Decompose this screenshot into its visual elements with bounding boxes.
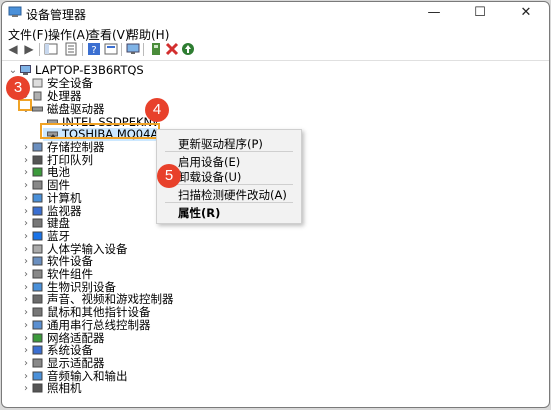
category-icon	[32, 218, 43, 228]
category-icon	[32, 333, 43, 342]
chevron-right-icon[interactable]: ›	[21, 154, 31, 167]
chevron-right-icon[interactable]: ›	[21, 179, 31, 192]
minimize-button[interactable]: —	[411, 2, 457, 24]
disk-drive-icon	[32, 106, 43, 112]
category-icon	[32, 307, 43, 317]
menu-item-uninstall-device[interactable]: 卸载设备(U)	[178, 169, 241, 185]
security-device-icon	[32, 78, 43, 88]
category-icon	[32, 371, 43, 381]
chevron-right-icon[interactable]: ›	[21, 217, 31, 230]
category-icon	[32, 142, 43, 152]
device-highlight-box	[40, 123, 160, 139]
category-icon	[32, 282, 43, 292]
category-icon	[32, 155, 43, 165]
chevron-right-icon[interactable]: ›	[21, 344, 31, 357]
chevron-right-icon[interactable]: ›	[21, 243, 31, 256]
chevron-right-icon[interactable]: ›	[21, 319, 31, 332]
menu-item-update-driver[interactable]: 更新驱动程序(P)	[178, 136, 263, 152]
chevron-right-icon[interactable]: ›	[21, 370, 31, 383]
toolbar-divider	[143, 43, 144, 56]
tree-item-label: 蓝牙	[47, 228, 70, 243]
forward-icon[interactable]: ▶	[22, 42, 36, 56]
chevron-right-icon[interactable]: ›	[21, 268, 31, 281]
menu-divider	[165, 184, 293, 185]
uninstall-icon[interactable]	[165, 42, 179, 56]
menu-divider	[165, 151, 293, 152]
device-tree: ⌄ LAPTOP-E3B6RTQS › 安全设备 › 处理器 ⌄ 磁盘驱动器 I…	[2, 60, 549, 407]
tree-item-label: 显示适配器	[47, 355, 105, 370]
back-icon[interactable]: ◀	[6, 42, 20, 56]
tree-item-security-devices[interactable]: › 安全设备	[21, 77, 181, 90]
close-button[interactable]: ✕	[503, 2, 549, 24]
chevron-right-icon[interactable]: ›	[21, 192, 31, 205]
device-manager-icon	[8, 6, 22, 17]
show-hide-tree-icon[interactable]	[44, 42, 58, 56]
toolbar-divider	[39, 43, 40, 56]
title-bar: 设备管理器 — ☐ ✕	[2, 2, 549, 24]
computer-icon	[20, 65, 31, 75]
maximize-button[interactable]: ☐	[457, 2, 503, 24]
category-icon	[32, 193, 43, 203]
chevron-right-icon[interactable]: ›	[21, 332, 31, 345]
step-4-badge: 4	[145, 98, 169, 122]
tree-item-label: 磁盘驱动器	[47, 102, 105, 116]
menu-item-enable-device[interactable]: 启用设备(E)	[178, 154, 240, 170]
category-icon	[32, 206, 43, 215]
toolbar-divider	[121, 43, 122, 56]
chevron-right-icon[interactable]: ›	[21, 255, 31, 268]
tree-root[interactable]: ⌄ LAPTOP-E3B6RTQS	[8, 64, 208, 77]
help-icon[interactable]: ?	[87, 42, 101, 56]
chevron-right-icon[interactable]: ›	[21, 166, 31, 179]
category-icon	[32, 180, 43, 190]
category-icon	[32, 244, 43, 254]
tree-item-label: 通用串行总线控制器	[47, 317, 151, 332]
step-3-badge: 3	[6, 76, 30, 100]
tree-item-category[interactable]: › 通用串行总线控制器	[21, 317, 191, 332]
toolbar: ◀ ▶ ?	[2, 41, 549, 59]
svg-text:?: ?	[91, 45, 96, 56]
chevron-right-icon[interactable]: ›	[21, 281, 31, 294]
step-5-badge: 5	[157, 164, 181, 188]
category-icon	[32, 294, 43, 304]
update-driver-icon[interactable]	[149, 42, 163, 56]
view-icon[interactable]	[104, 42, 118, 56]
toolbar-divider	[82, 43, 83, 56]
category-icon	[32, 383, 43, 393]
tree-item-label: 计算机	[47, 190, 82, 205]
menu-divider	[165, 202, 293, 203]
enable-device-icon[interactable]	[181, 42, 195, 56]
chevron-right-icon[interactable]: ›	[21, 205, 31, 218]
tree-item-category[interactable]: › 显示适配器	[21, 355, 191, 370]
category-icon	[32, 269, 43, 279]
properties-icon[interactable]	[64, 42, 78, 56]
chevron-right-icon[interactable]: ›	[21, 382, 31, 395]
window-title: 设备管理器	[26, 8, 87, 22]
chevron-right-icon[interactable]: ›	[21, 306, 31, 319]
category-icon	[32, 231, 43, 241]
scan-hardware-icon[interactable]	[126, 42, 140, 56]
menu-item-scan-hardware[interactable]: 扫描检测硬件改动(A)	[178, 187, 287, 203]
processor-icon	[33, 91, 42, 101]
menu-item-properties[interactable]: 属性(R)	[178, 205, 220, 221]
chevron-right-icon[interactable]: ›	[21, 357, 31, 370]
category-icon	[32, 256, 43, 266]
category-icon	[32, 358, 43, 368]
device-manager-window: 设备管理器 — ☐ ✕ 文件(F) 操作(A) 查看(V) 帮助(H) ◀ ▶ …	[1, 1, 550, 408]
chevron-right-icon[interactable]: ›	[21, 141, 31, 154]
chevron-right-icon[interactable]: ›	[21, 293, 31, 306]
tree-item-category[interactable]: › 蓝牙	[21, 228, 191, 243]
category-icon	[32, 345, 43, 355]
tree-item-label: 照相机	[47, 381, 82, 396]
category-icon	[32, 320, 43, 330]
chevron-right-icon[interactable]: ›	[21, 230, 31, 243]
category-icon	[32, 167, 43, 177]
expand-highlight-box	[18, 99, 32, 111]
tree-item-category[interactable]: › 照相机	[21, 382, 191, 395]
